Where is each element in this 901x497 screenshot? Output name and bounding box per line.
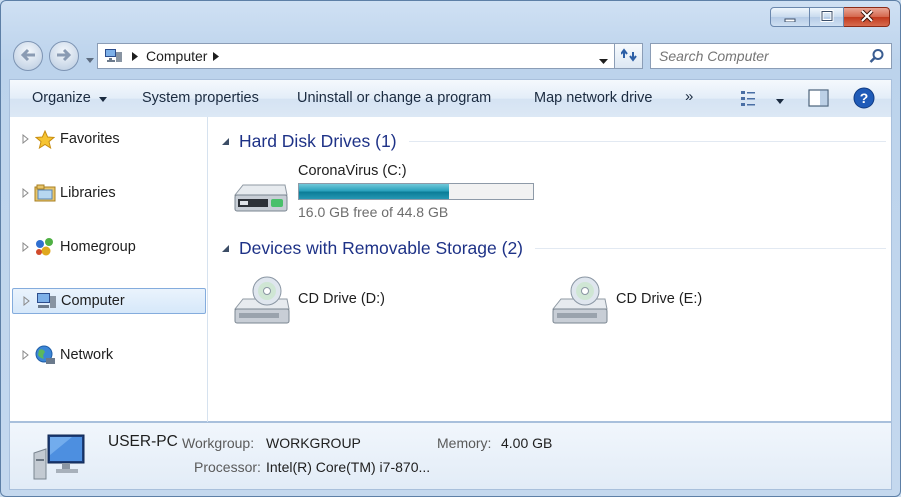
back-arrow-icon (19, 47, 37, 66)
group-title: Hard Disk Drives (1) (239, 131, 397, 151)
sidebar-item-label: Homegroup (60, 239, 136, 255)
details-pane: USER-PC Workgroup: WORKGROUP Memory: 4.0… (9, 422, 892, 490)
drive-e[interactable]: CD Drive (E:) (551, 275, 702, 327)
group-divider (408, 141, 886, 142)
address-dropdown-icon[interactable] (599, 52, 608, 68)
search-input[interactable] (651, 48, 857, 64)
breadcrumb-computer[interactable]: Computer (138, 48, 213, 64)
address-bar[interactable]: Computer (97, 43, 615, 69)
expand-arrow-icon[interactable] (22, 350, 32, 360)
view-details-icon (740, 89, 762, 111)
preview-pane-icon (808, 89, 830, 111)
network-icon (34, 345, 56, 365)
sidebar-item-libraries[interactable]: Libraries (12, 180, 206, 206)
drive-usage-bar (298, 183, 534, 200)
expand-arrow-icon[interactable] (23, 296, 33, 306)
uninstall-program-button[interactable]: Uninstall or change a program (297, 90, 491, 106)
expand-arrow-icon[interactable] (22, 242, 32, 252)
content-frame: Favorites Libraries Homegroup Computer N… (9, 117, 892, 422)
items-view: Hard Disk Drives (1) CoronaVirus (C:) 16… (209, 117, 891, 422)
computer-large-icon (32, 433, 88, 484)
drive-usage-fill (299, 184, 450, 199)
libraries-icon (34, 183, 56, 203)
processor-label: Processor: (194, 459, 261, 475)
chevron-down-icon (776, 92, 785, 108)
sidebar-item-label: Network (60, 347, 114, 363)
forward-arrow-icon (55, 47, 73, 66)
expand-arrow-icon[interactable] (22, 188, 32, 198)
close-icon (860, 9, 874, 25)
computer-icon (35, 291, 57, 311)
forward-button[interactable] (49, 41, 79, 71)
chevron-down-icon (86, 51, 94, 67)
processor-value: Intel(R) Core(TM) i7-870... (266, 459, 431, 475)
help-button[interactable]: ? (853, 87, 875, 113)
group-header-removable[interactable]: Devices with Removable Storage (2) (221, 238, 886, 259)
drive-name: CoronaVirus (C:) (298, 163, 407, 179)
workgroup-label: Workgroup: (182, 435, 255, 451)
sidebar-item-computer[interactable]: Computer (12, 288, 206, 314)
system-properties-button[interactable]: System properties (142, 90, 259, 106)
command-bar: Organize System properties Uninstall or … (9, 79, 892, 117)
star-icon (34, 129, 56, 149)
explorer-window: Computer Organize System properties Unin… (0, 0, 901, 497)
organize-menu[interactable]: Organize (32, 90, 107, 106)
minimize-icon (783, 9, 797, 25)
maximize-button[interactable] (810, 7, 844, 27)
workgroup-value: WORKGROUP (266, 435, 361, 451)
organize-label: Organize (32, 90, 91, 106)
drive-name: CD Drive (E:) (616, 291, 703, 307)
computer-small-icon (104, 48, 124, 64)
sidebar-item-label: Libraries (60, 185, 116, 201)
toolbar-overflow-button[interactable]: » (685, 88, 693, 105)
drive-c[interactable]: CoronaVirus (C:) 16.0 GB free of 44.8 GB (233, 163, 534, 220)
close-button[interactable] (844, 7, 890, 27)
group-divider (535, 248, 886, 249)
recent-pages-dropdown[interactable] (86, 51, 94, 67)
expand-arrow-icon[interactable] (22, 134, 32, 144)
sidebar-item-homegroup[interactable]: Homegroup (12, 234, 206, 260)
svg-text:?: ? (860, 90, 869, 106)
navigation-pane: Favorites Libraries Homegroup Computer N… (10, 117, 208, 422)
drive-free-space: 16.0 GB free of 44.8 GB (298, 204, 449, 220)
refresh-button[interactable] (615, 43, 643, 69)
breadcrumb-separator-icon[interactable] (213, 51, 220, 61)
memory-label: Memory: (437, 435, 492, 451)
computer-name: USER-PC (108, 433, 178, 450)
sidebar-item-label: Computer (61, 293, 125, 309)
maximize-icon (820, 9, 834, 25)
hard-drive-icon (233, 177, 289, 217)
drive-d[interactable]: CD Drive (D:) (233, 275, 385, 327)
homegroup-icon (34, 237, 56, 257)
minimize-button[interactable] (770, 7, 810, 27)
cd-drive-icon (551, 275, 611, 327)
sidebar-item-favorites[interactable]: Favorites (12, 126, 206, 152)
group-title: Devices with Removable Storage (2) (239, 238, 524, 258)
refresh-icon (619, 47, 637, 65)
chevron-down-icon (98, 90, 107, 106)
search-box[interactable] (650, 43, 892, 69)
drive-name: CD Drive (D:) (298, 291, 385, 307)
view-options-button[interactable] (740, 89, 785, 111)
sidebar-item-label: Favorites (60, 131, 120, 147)
breadcrumb[interactable]: Computer (138, 44, 220, 68)
help-icon: ? (853, 87, 875, 113)
collapse-arrow-icon[interactable] (221, 137, 230, 146)
window-controls (770, 7, 890, 27)
sidebar-item-network[interactable]: Network (12, 342, 206, 368)
group-header-hard-disks[interactable]: Hard Disk Drives (1) (221, 131, 886, 152)
cd-drive-icon (233, 275, 293, 327)
collapse-arrow-icon[interactable] (221, 244, 230, 253)
map-network-drive-button[interactable]: Map network drive (534, 90, 652, 106)
back-button[interactable] (13, 41, 43, 71)
memory-value: 4.00 GB (501, 435, 553, 451)
preview-pane-button[interactable] (808, 89, 830, 111)
search-icon[interactable] (869, 48, 885, 67)
